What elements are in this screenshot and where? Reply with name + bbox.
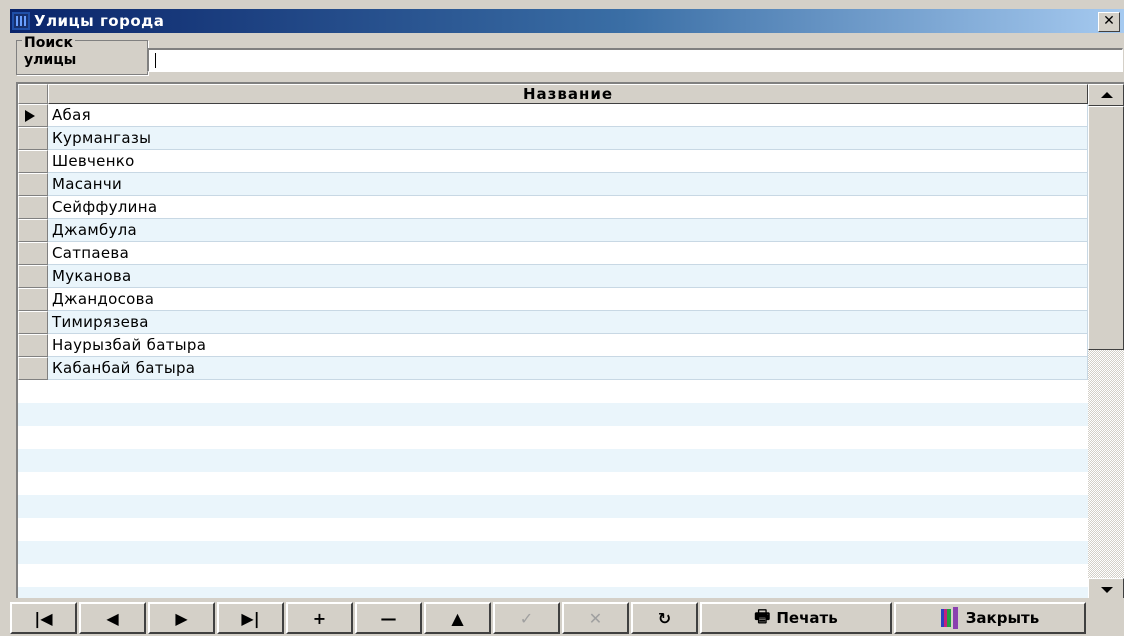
nav-next-button[interactable]: ▶: [148, 602, 215, 634]
nav-cancel-button[interactable]: ✕: [562, 602, 629, 634]
street-name-cell[interactable]: Сатпаева: [48, 242, 1088, 265]
nav-first-button[interactable]: |◀: [10, 602, 77, 634]
printer-icon: 🖶: [754, 606, 771, 627]
nav-refresh-button[interactable]: ↻: [631, 602, 698, 634]
nav-edit-button[interactable]: ▲: [424, 602, 491, 634]
table-row[interactable]: Джандосова: [18, 288, 1088, 311]
current-row-pointer-icon: [25, 110, 35, 122]
window-title: Улицы города: [34, 12, 165, 30]
streets-grid[interactable]: Название Абая Курмангазы Шевченко Масанчи Се…: [16, 82, 1124, 598]
street-name-cell[interactable]: Кабанбай батыра: [48, 357, 1088, 380]
street-name-cell[interactable]: Масанчи: [48, 173, 1088, 196]
street-name-cell[interactable]: Курмангазы: [48, 127, 1088, 150]
row-indicator[interactable]: [18, 265, 48, 288]
arrow-down-icon: [1101, 587, 1113, 593]
row-indicator[interactable]: [18, 288, 48, 311]
street-search-input[interactable]: [147, 48, 1123, 72]
search-label-line2: улицы: [24, 52, 77, 68]
title-bar[interactable]: Улицы города ✕: [10, 9, 1124, 33]
table-row[interactable]: Сатпаева: [18, 242, 1088, 265]
scroll-up-button[interactable]: [1088, 84, 1124, 106]
table-row[interactable]: Джамбула: [18, 219, 1088, 242]
text-caret: [155, 53, 156, 68]
street-name-cell[interactable]: Муканова: [48, 265, 1088, 288]
row-indicator[interactable]: [18, 334, 48, 357]
header-indicator-cell: [18, 84, 48, 104]
street-name-cell[interactable]: Сейффулина: [48, 196, 1088, 219]
arrow-up-icon: [1101, 92, 1113, 98]
row-indicator[interactable]: [18, 104, 48, 127]
books-icon-part: [952, 607, 958, 629]
street-name-cell[interactable]: Шевченко: [48, 150, 1088, 173]
grid-header: Название: [18, 84, 1088, 104]
print-label: Печать: [776, 609, 838, 627]
table-row[interactable]: Наурызбай батыра: [18, 334, 1088, 357]
table-row[interactable]: Масанчи: [18, 173, 1088, 196]
nav-insert-button[interactable]: +: [286, 602, 353, 634]
print-button[interactable]: 🖶 Печать: [700, 602, 892, 634]
close-label: Закрыть: [965, 609, 1040, 627]
row-indicator[interactable]: [18, 357, 48, 380]
table-row[interactable]: Муканова: [18, 265, 1088, 288]
books-icon: [940, 609, 951, 627]
street-name-cell[interactable]: Джамбула: [48, 219, 1088, 242]
column-header-name[interactable]: Название: [48, 84, 1088, 104]
table-row[interactable]: Тимирязева: [18, 311, 1088, 334]
row-indicator[interactable]: [18, 311, 48, 334]
table-row[interactable]: Курмангазы: [18, 127, 1088, 150]
db-navigator: |◀ ◀ ▶ ▶| + — ▲ ✓ ✕ ↻ 🖶 Печать Закрыть: [10, 602, 1088, 634]
search-label-line1: Поиск: [22, 35, 75, 51]
street-name-cell[interactable]: Абая: [48, 104, 1088, 127]
nav-prior-button[interactable]: ◀: [79, 602, 146, 634]
nav-post-button[interactable]: ✓: [493, 602, 560, 634]
grid-empty-area: [18, 380, 1088, 598]
table-row[interactable]: Абая: [18, 104, 1088, 127]
close-window-button[interactable]: ✕: [1098, 12, 1120, 32]
row-indicator[interactable]: [18, 196, 48, 219]
table-row[interactable]: Сейффулина: [18, 196, 1088, 219]
nav-delete-button[interactable]: —: [355, 602, 422, 634]
nav-last-button[interactable]: ▶|: [217, 602, 284, 634]
street-name-cell[interactable]: Тимирязева: [48, 311, 1088, 334]
scroll-thumb[interactable]: [1088, 106, 1124, 350]
row-indicator[interactable]: [18, 150, 48, 173]
table-row[interactable]: Кабанбай батыра: [18, 357, 1088, 380]
row-indicator[interactable]: [18, 127, 48, 150]
street-name-cell[interactable]: Джандосова: [48, 288, 1088, 311]
row-indicator[interactable]: [18, 242, 48, 265]
scroll-down-button[interactable]: [1088, 578, 1124, 598]
vertical-scrollbar[interactable]: [1088, 84, 1124, 598]
row-indicator[interactable]: [18, 219, 48, 242]
close-button[interactable]: Закрыть: [894, 602, 1086, 634]
row-indicator[interactable]: [18, 173, 48, 196]
table-row[interactable]: Шевченко: [18, 150, 1088, 173]
app-icon: [12, 12, 30, 30]
grid-rows: Абая Курмангазы Шевченко Масанчи Сейффулина Д…: [18, 104, 1088, 380]
street-name-cell[interactable]: Наурызбай батыра: [48, 334, 1088, 357]
streets-window: Улицы города ✕ Поиск улицы Название Абая…: [0, 0, 1124, 636]
